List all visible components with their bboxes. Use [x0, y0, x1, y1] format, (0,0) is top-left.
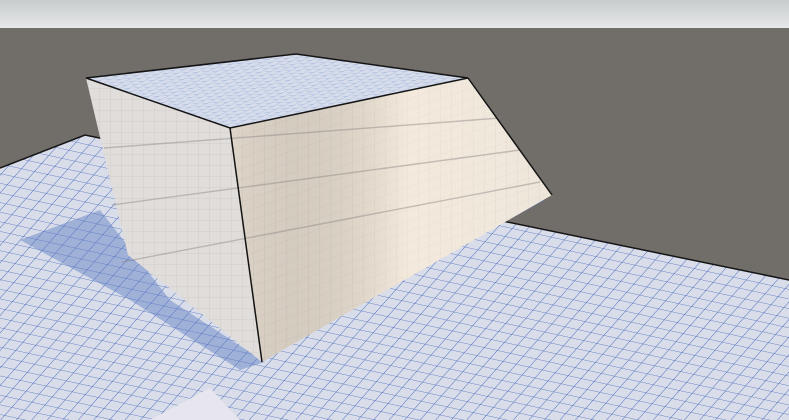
3d-viewport[interactable]: [0, 0, 789, 420]
scene-render: [0, 0, 789, 420]
sky-band: [0, 0, 789, 28]
